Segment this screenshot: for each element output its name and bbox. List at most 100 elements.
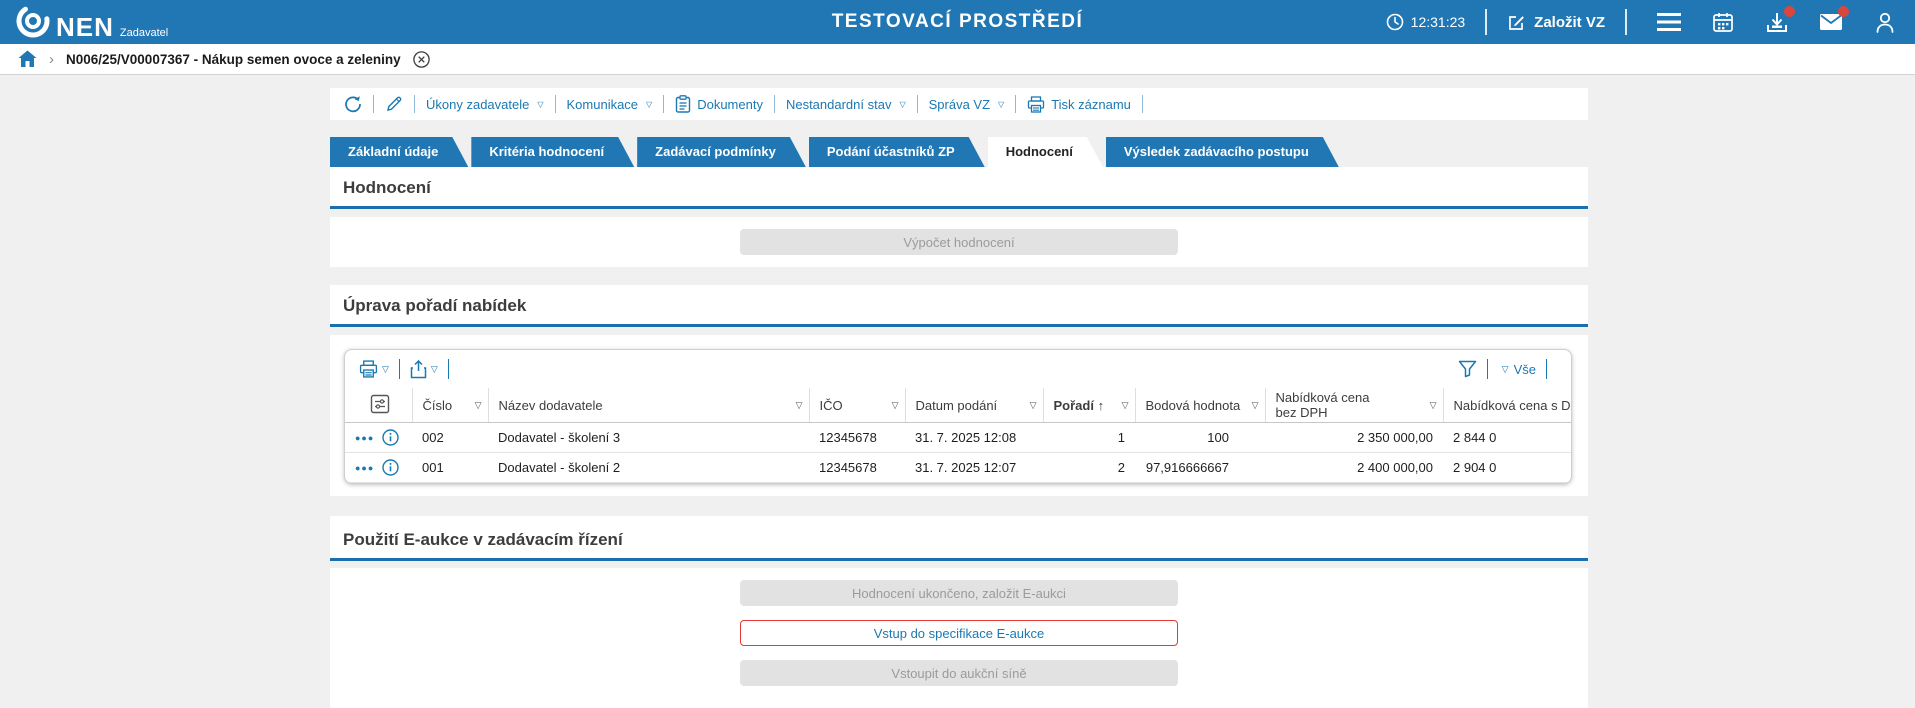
- filter-icon[interactable]: ▽: [1430, 398, 1437, 413]
- hodnoceni-ukonceno-button[interactable]: Hodnocení ukončeno, založit E-aukci: [740, 580, 1178, 606]
- row-menu-icon[interactable]: ●●●: [355, 433, 374, 443]
- tab-bar: Základní údaje Kritéria hodnocení Zadáva…: [330, 137, 1588, 167]
- column-header-poradi[interactable]: Pořadí ↑ ▽: [1043, 388, 1136, 423]
- section-title: Úprava pořadí nabídek: [343, 296, 527, 315]
- grid-filter-button[interactable]: [1458, 360, 1477, 378]
- cell-bodova: 97,916666667: [1135, 452, 1265, 483]
- filter-icon[interactable]: ▽: [1252, 398, 1259, 413]
- toolbar-item-sprava-vz[interactable]: Správa VZ ▽: [929, 97, 1005, 112]
- grid-view-all[interactable]: Vše: [1514, 362, 1536, 377]
- filter-icon[interactable]: ▽: [1122, 398, 1129, 413]
- calendar-button[interactable]: [1711, 10, 1735, 34]
- grid-print-button[interactable]: [359, 360, 378, 378]
- row-menu-icon[interactable]: ●●●: [355, 463, 374, 473]
- cell-poradi: 2: [1043, 452, 1135, 483]
- menu-button[interactable]: [1657, 10, 1681, 34]
- cell-cena-s-dph: 2 904 0: [1443, 452, 1571, 483]
- tab-zadavaci-podminky[interactable]: Zadávací podmínky: [637, 137, 806, 167]
- divider: [773, 95, 775, 113]
- divider: [1485, 9, 1488, 35]
- messages-button[interactable]: [1819, 6, 1849, 34]
- cell-nazev: Dodavatel - školení 3: [488, 422, 809, 453]
- chevron-down-icon[interactable]: ▽: [431, 364, 438, 375]
- divider: [916, 95, 918, 113]
- table-row[interactable]: ●●● 002 Dodavatel - školení 3 12345678 3…: [345, 422, 1571, 453]
- column-header-nazev-dodavatele[interactable]: Název dodavatele ▽: [488, 388, 810, 423]
- toolbar-item-label: Nestandardní stav: [785, 96, 892, 112]
- chevron-down-icon: ▽: [537, 99, 544, 109]
- column-header-cena-s-dph[interactable]: Nabídková cena s DPH: [1443, 388, 1571, 423]
- toolbar-item-ukony-zadavatele[interactable]: Úkony zadavatele ▽: [426, 97, 544, 112]
- column-label: Název dodavatele: [498, 397, 603, 413]
- create-vz-button[interactable]: Založit VZ: [1507, 13, 1605, 32]
- nen-logo[interactable]: NEN Zadavatel: [16, 4, 168, 40]
- divider: [1486, 359, 1488, 379]
- chevron-right-icon: ›: [49, 50, 54, 68]
- section-title: Hodnocení: [343, 178, 431, 197]
- tab-podani-ucastniku-zp[interactable]: Podání účastníků ZP: [809, 137, 985, 167]
- column-label: Bodová hodnota: [1145, 397, 1241, 413]
- toolbar-item-nestandardni-stav[interactable]: Nestandardní stav ▽: [786, 97, 906, 112]
- column-header-ico[interactable]: IČO ▽: [809, 388, 906, 423]
- column-header-cislo[interactable]: Číslo ▽: [412, 388, 489, 423]
- grid-export-button[interactable]: [410, 359, 427, 379]
- chevron-down-icon[interactable]: ▽: [1502, 364, 1509, 375]
- section-title: Použití E-aukce v zadávacím řízení: [343, 530, 623, 549]
- toolbar-item-komunikace[interactable]: Komunikace ▽: [567, 97, 653, 112]
- column-header-cena-bez-dph[interactable]: Nabídková cena bez DPH ▽: [1265, 388, 1444, 423]
- column-header-bodova-hodnota[interactable]: Bodová hodnota ▽: [1135, 388, 1266, 423]
- filter-icon[interactable]: ▽: [796, 398, 803, 413]
- chevron-down-icon[interactable]: ▽: [382, 364, 389, 375]
- section-eaukce-header: Použití E-aukce v zadávacím řízení: [330, 516, 1588, 558]
- info-icon[interactable]: [382, 429, 400, 446]
- refresh-button[interactable]: [344, 95, 362, 113]
- vstup-specifikace-eaukce-button[interactable]: Vstup do specifikace E-aukce: [740, 620, 1178, 646]
- column-settings-icon: [371, 394, 390, 413]
- compose-icon: [1509, 15, 1525, 30]
- section-uprava-header: Úprava pořadí nabídek: [330, 285, 1588, 324]
- vypocet-hodnoceni-button[interactable]: Výpočet hodnocení: [740, 229, 1178, 255]
- current-time: 12:31:23: [1410, 14, 1466, 30]
- column-label: IČO: [819, 397, 843, 413]
- column-settings-header[interactable]: [345, 388, 413, 423]
- tab-vysledek-zadavaciho-postupu[interactable]: Výsledek zadávacího postupu: [1106, 137, 1339, 167]
- record-toolbar: Úkony zadavatele ▽ Komunikace ▽ Dokument…: [330, 88, 1588, 120]
- toolbar-item-label: Dokumenty: [697, 96, 763, 112]
- column-header-datum-podani[interactable]: Datum podání ▽: [905, 388, 1044, 423]
- tab-kriteria-hodnoceni[interactable]: Kritéria hodnocení: [471, 137, 634, 167]
- printer-icon: [1028, 95, 1045, 113]
- toolbar-item-tisk-zaznamu[interactable]: Tisk záznamu: [1027, 95, 1131, 113]
- notification-badge: [1784, 6, 1795, 17]
- vstoupit-aukcni-sine-button[interactable]: Vstoupit do aukční síně: [740, 660, 1178, 686]
- tab-zakladni-udaje[interactable]: Základní údaje: [330, 137, 468, 167]
- divider: [554, 95, 556, 113]
- info-icon[interactable]: [382, 459, 400, 476]
- filter-icon[interactable]: ▽: [1030, 398, 1037, 413]
- offers-grid: ▽ ▽ ▽ Vše Číslo ▽ Název dodavatele ▽ IČO…: [344, 349, 1572, 484]
- nen-logo-icon: [16, 4, 50, 38]
- filter-icon[interactable]: ▽: [892, 398, 899, 413]
- cell-nazev: Dodavatel - školení 2: [488, 452, 809, 483]
- column-label: Číslo: [422, 397, 453, 413]
- chevron-down-icon: ▽: [899, 99, 906, 109]
- toolbar-item-dokumenty[interactable]: Dokumenty: [675, 95, 763, 113]
- filter-icon[interactable]: ▽: [475, 398, 482, 413]
- clock-icon: [1386, 13, 1403, 31]
- cell-poradi: 1: [1043, 422, 1135, 453]
- user-profile-button[interactable]: [1873, 10, 1897, 34]
- clipboard-icon: [676, 95, 691, 113]
- divider: [447, 359, 449, 379]
- home-icon[interactable]: [18, 50, 37, 68]
- tab-hodnoceni[interactable]: Hodnocení: [988, 137, 1103, 167]
- column-label: Pořadí: [1053, 397, 1094, 413]
- divider: [663, 95, 665, 113]
- divider: [1625, 9, 1627, 35]
- close-tab-icon[interactable]: [412, 50, 430, 68]
- app-header: NEN Zadavatel TESTOVACÍ PROSTŘEDÍ 12:31:…: [0, 0, 1915, 44]
- funnel-icon: [1458, 360, 1476, 378]
- edit-button[interactable]: [385, 95, 403, 113]
- downloads-button[interactable]: [1765, 6, 1795, 34]
- offers-table: Číslo ▽ Název dodavatele ▽ IČO ▽ Datum podá…: [345, 388, 1571, 483]
- divider: [1546, 359, 1547, 379]
- table-row[interactable]: ●●● 001 Dodavatel - školení 2 12345678 3…: [345, 452, 1571, 483]
